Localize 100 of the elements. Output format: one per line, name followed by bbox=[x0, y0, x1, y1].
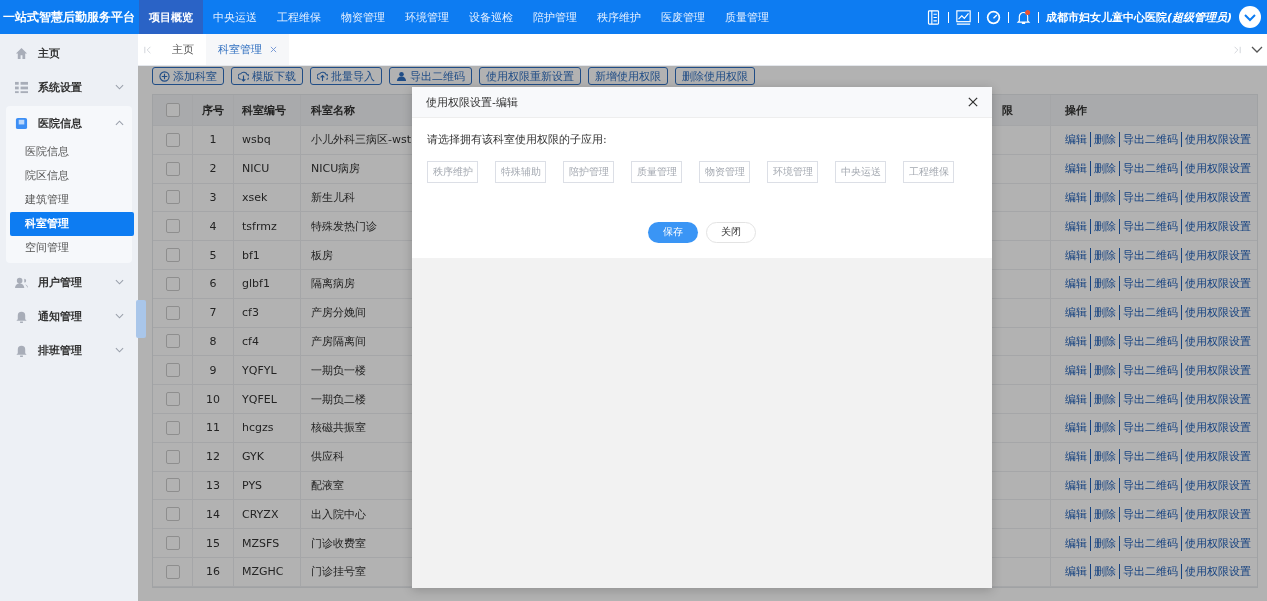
row-action-link[interactable]: 编辑 bbox=[1065, 161, 1087, 177]
row-action-link[interactable]: 导出二维码 bbox=[1119, 477, 1178, 493]
row-action-link[interactable]: 编辑 bbox=[1065, 535, 1087, 551]
row-checkbox[interactable] bbox=[165, 161, 180, 176]
nav-tab[interactable]: 物资管理 bbox=[331, 0, 395, 34]
close-icon[interactable] bbox=[968, 97, 978, 107]
row-action-link[interactable]: 导出二维码 bbox=[1119, 391, 1178, 407]
row-action-link[interactable]: 使用权限设置 bbox=[1181, 161, 1251, 177]
row-action-link[interactable]: 删除 bbox=[1090, 420, 1116, 436]
row-action-link[interactable]: 删除 bbox=[1090, 218, 1116, 234]
scroll-left-icon[interactable] bbox=[144, 45, 152, 54]
row-action-link[interactable]: 编辑 bbox=[1065, 276, 1087, 292]
gauge-icon[interactable] bbox=[985, 9, 1001, 25]
row-action-link[interactable]: 导出二维码 bbox=[1119, 564, 1178, 580]
row-action-link[interactable]: 导出二维码 bbox=[1119, 218, 1178, 234]
bell-icon[interactable] bbox=[1015, 9, 1031, 25]
nav-tab[interactable]: 质量管理 bbox=[715, 0, 779, 34]
app-option-tag[interactable]: 陪护管理 bbox=[563, 161, 614, 183]
app-option-tag[interactable]: 工程维保 bbox=[903, 161, 954, 183]
app-option-tag[interactable]: 质量管理 bbox=[631, 161, 682, 183]
row-action-link[interactable]: 使用权限设置 bbox=[1181, 535, 1251, 551]
row-action-link[interactable]: 删除 bbox=[1090, 333, 1116, 349]
row-action-link[interactable]: 编辑 bbox=[1065, 247, 1087, 263]
row-action-link[interactable]: 导出二维码 bbox=[1119, 190, 1178, 205]
row-action-link[interactable]: 删除 bbox=[1090, 276, 1116, 292]
row-checkbox[interactable] bbox=[165, 420, 180, 435]
row-action-link[interactable]: 删除 bbox=[1090, 190, 1116, 205]
submenu-item[interactable]: 建筑管理 bbox=[10, 188, 134, 212]
row-action-link[interactable]: 编辑 bbox=[1065, 132, 1087, 148]
row-action-link[interactable]: 删除 bbox=[1090, 391, 1116, 407]
row-action-link[interactable]: 使用权限设置 bbox=[1181, 391, 1251, 407]
nav-tab[interactable]: 环境管理 bbox=[395, 0, 459, 34]
row-action-link[interactable]: 导出二维码 bbox=[1119, 449, 1178, 465]
row-action-link[interactable]: 使用权限设置 bbox=[1181, 218, 1251, 234]
row-action-link[interactable]: 使用权限设置 bbox=[1181, 420, 1251, 436]
document-icon[interactable] bbox=[925, 9, 941, 25]
toolbar-button[interactable]: 删除使用权限 bbox=[675, 67, 755, 85]
row-action-link[interactable]: 删除 bbox=[1090, 449, 1116, 465]
toolbar-button[interactable]: 新增使用权限 bbox=[588, 67, 668, 85]
save-button[interactable]: 保存 bbox=[648, 222, 698, 243]
row-action-link[interactable]: 编辑 bbox=[1065, 333, 1087, 349]
row-action-link[interactable]: 导出二维码 bbox=[1119, 247, 1178, 263]
row-action-link[interactable]: 编辑 bbox=[1065, 362, 1087, 378]
row-action-link[interactable]: 使用权限设置 bbox=[1181, 506, 1251, 522]
row-checkbox[interactable] bbox=[165, 478, 180, 493]
sidebar-item[interactable]: 医院信息 bbox=[6, 106, 132, 140]
nav-tab[interactable]: 项目概览 bbox=[139, 0, 203, 34]
toolbar-button[interactable]: 使用权限重新设置 bbox=[479, 67, 581, 85]
row-action-link[interactable]: 删除 bbox=[1090, 305, 1116, 321]
row-action-link[interactable]: 导出二维码 bbox=[1119, 305, 1178, 321]
row-checkbox[interactable] bbox=[165, 190, 180, 205]
row-checkbox[interactable] bbox=[165, 334, 180, 349]
collapse-handle[interactable] bbox=[136, 300, 146, 338]
row-action-link[interactable]: 使用权限设置 bbox=[1181, 276, 1251, 292]
row-action-link[interactable]: 删除 bbox=[1090, 362, 1116, 378]
chart-icon[interactable] bbox=[955, 9, 971, 25]
row-checkbox[interactable] bbox=[165, 363, 180, 378]
row-action-link[interactable]: 导出二维码 bbox=[1119, 161, 1178, 177]
select-all-checkbox[interactable] bbox=[165, 103, 180, 117]
row-action-link[interactable]: 导出二维码 bbox=[1119, 333, 1178, 349]
row-action-link[interactable]: 使用权限设置 bbox=[1181, 305, 1251, 321]
row-checkbox[interactable] bbox=[165, 507, 180, 522]
row-action-link[interactable]: 编辑 bbox=[1065, 305, 1087, 321]
row-action-link[interactable]: 导出二维码 bbox=[1119, 132, 1178, 148]
sidebar-item[interactable]: 主页 bbox=[0, 36, 138, 70]
scroll-right-icon[interactable] bbox=[1233, 45, 1241, 54]
row-action-link[interactable]: 使用权限设置 bbox=[1181, 362, 1251, 378]
row-action-link[interactable]: 编辑 bbox=[1065, 506, 1087, 522]
chevron-down-icon[interactable] bbox=[1251, 45, 1263, 54]
row-checkbox[interactable] bbox=[165, 219, 180, 234]
row-action-link[interactable]: 删除 bbox=[1090, 132, 1116, 148]
row-checkbox[interactable] bbox=[165, 276, 180, 291]
row-action-link[interactable]: 编辑 bbox=[1065, 449, 1087, 465]
submenu-item[interactable]: 医院信息 bbox=[10, 140, 134, 164]
nav-tab[interactable]: 秩序维护 bbox=[587, 0, 651, 34]
row-action-link[interactable]: 导出二维码 bbox=[1119, 535, 1178, 551]
app-option-tag[interactable]: 特殊辅助 bbox=[495, 161, 546, 183]
row-action-link[interactable]: 使用权限设置 bbox=[1181, 132, 1251, 148]
row-checkbox[interactable] bbox=[165, 536, 180, 551]
row-action-link[interactable]: 编辑 bbox=[1065, 477, 1087, 493]
row-action-link[interactable]: 使用权限设置 bbox=[1181, 477, 1251, 493]
page-tab[interactable]: 主页 bbox=[160, 34, 206, 65]
toolbar-button[interactable]: 添加科室 bbox=[152, 67, 224, 85]
submenu-item[interactable]: 科室管理 bbox=[10, 212, 134, 236]
row-action-link[interactable]: 编辑 bbox=[1065, 218, 1087, 234]
row-checkbox[interactable] bbox=[165, 564, 180, 579]
app-option-tag[interactable]: 秩序维护 bbox=[427, 161, 478, 183]
row-action-link[interactable]: 使用权限设置 bbox=[1181, 333, 1251, 349]
chevron-down-icon[interactable] bbox=[1239, 6, 1261, 28]
row-checkbox[interactable] bbox=[165, 449, 180, 464]
app-option-tag[interactable]: 物资管理 bbox=[699, 161, 750, 183]
row-action-link[interactable]: 删除 bbox=[1090, 535, 1116, 551]
row-action-link[interactable]: 导出二维码 bbox=[1119, 362, 1178, 378]
page-tab[interactable]: 科室管理 bbox=[206, 34, 289, 65]
row-checkbox[interactable] bbox=[165, 305, 180, 320]
row-action-link[interactable]: 编辑 bbox=[1065, 420, 1087, 436]
row-action-link[interactable]: 删除 bbox=[1090, 161, 1116, 177]
submenu-item[interactable]: 空间管理 bbox=[10, 236, 134, 260]
sidebar-item[interactable]: 用户管理 bbox=[0, 265, 138, 299]
row-checkbox[interactable] bbox=[165, 392, 180, 407]
